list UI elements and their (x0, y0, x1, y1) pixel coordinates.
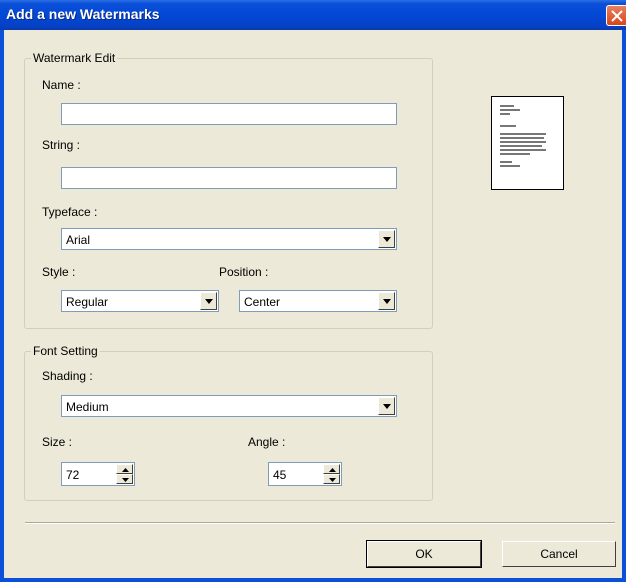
style-label: Style : (42, 265, 76, 279)
style-dropdown-button[interactable] (200, 292, 217, 310)
string-input[interactable] (61, 167, 397, 189)
dropdown-arrow-icon (383, 404, 391, 409)
string-label: String : (42, 138, 81, 152)
spin-up-icon (329, 468, 336, 472)
typeface-value: Arial (66, 233, 91, 247)
shading-label: Shading : (42, 369, 93, 383)
size-stepper[interactable]: 72 (61, 462, 135, 486)
close-icon (611, 10, 623, 22)
angle-decrement-button[interactable] (323, 474, 340, 484)
title-bar[interactable]: Add a new Watermarks (0, 0, 626, 30)
style-select[interactable]: Regular (61, 290, 219, 312)
shading-value: Medium (66, 400, 109, 414)
close-button[interactable] (606, 5, 626, 26)
size-label: Size : (42, 435, 73, 449)
spin-up-icon (122, 468, 129, 472)
window-frame-right (622, 30, 626, 582)
angle-stepper[interactable]: 45 (268, 462, 342, 486)
spin-down-icon (329, 478, 336, 482)
size-increment-button[interactable] (116, 464, 133, 474)
document-preview-icon (500, 105, 546, 167)
shading-dropdown-button[interactable] (378, 397, 395, 415)
name-input[interactable] (61, 103, 397, 125)
window-frame-left (0, 30, 4, 582)
spin-down-icon (122, 478, 129, 482)
typeface-label: Typeface : (42, 205, 98, 219)
dropdown-arrow-icon (383, 299, 391, 304)
typeface-select[interactable]: Arial (61, 228, 397, 250)
position-dropdown-button[interactable] (378, 292, 395, 310)
angle-label: Angle : (248, 435, 286, 449)
angle-value: 45 (273, 468, 287, 482)
watermark-edit-legend: Watermark Edit (31, 51, 118, 65)
button-separator (25, 522, 615, 524)
ok-button[interactable]: OK (366, 540, 482, 568)
cancel-button[interactable]: Cancel (502, 541, 616, 567)
watermark-preview (491, 96, 564, 190)
window-title: Add a new Watermarks (6, 6, 160, 22)
dropdown-arrow-icon (383, 237, 391, 242)
dropdown-arrow-icon (205, 299, 213, 304)
window-frame-bottom (0, 578, 626, 582)
size-decrement-button[interactable] (116, 474, 133, 484)
typeface-dropdown-button[interactable] (378, 230, 395, 248)
watermark-edit-group: Watermark Edit (24, 51, 433, 329)
name-label: Name : (42, 78, 81, 92)
position-value: Center (244, 295, 281, 309)
position-select[interactable]: Center (239, 290, 397, 312)
style-value: Regular (66, 295, 109, 309)
font-setting-legend: Font Setting (31, 344, 100, 358)
angle-increment-button[interactable] (323, 464, 340, 474)
shading-select[interactable]: Medium (61, 395, 397, 417)
position-label: Position : (219, 265, 269, 279)
size-value: 72 (66, 468, 80, 482)
